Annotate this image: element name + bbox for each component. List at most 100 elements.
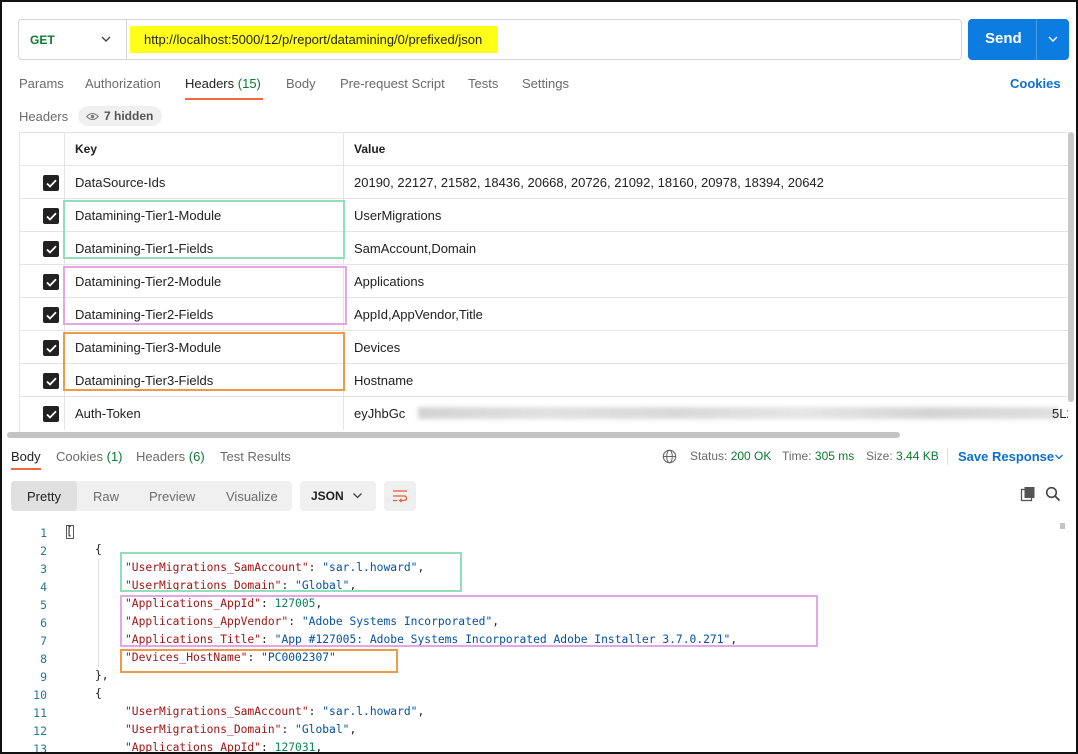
code-line: { — [95, 543, 102, 556]
row-checkbox[interactable] — [43, 208, 59, 224]
tab-label: Cookies — [56, 449, 103, 464]
row-checkbox[interactable] — [43, 340, 59, 356]
hidden-headers-toggle[interactable]: 7 hidden — [78, 106, 163, 126]
size-indicator[interactable]: Size: 3.44 KB — [866, 449, 939, 463]
header-key[interactable]: Auth-Token — [75, 406, 141, 421]
header-value[interactable]: 20190, 22127, 21582, 18436, 20668, 20726… — [354, 175, 824, 190]
view-visualize[interactable]: Visualize — [226, 481, 278, 511]
tab-headers[interactable]: Headers (15) — [185, 76, 261, 91]
tab-label: Test Results — [220, 449, 291, 464]
globe-icon[interactable] — [662, 449, 677, 464]
line-number: 4 — [40, 580, 47, 594]
check-icon — [45, 377, 57, 386]
check-icon — [45, 212, 57, 221]
header-key[interactable]: Datamining-Tier2-Module — [75, 274, 221, 289]
header-key[interactable]: Datamining-Tier3-Module — [75, 340, 221, 355]
row-checkbox[interactable] — [43, 307, 59, 323]
code-line: "UserMigrations_SamAccount": "sar.l.howa… — [125, 705, 424, 718]
wrap-lines-icon — [393, 490, 408, 503]
header-value[interactable]: Hostname — [354, 373, 413, 388]
headers-vertical-scrollbar[interactable] — [1068, 132, 1074, 402]
json-key: "UserMigrations_Domain" — [125, 723, 282, 736]
response-tab-test-results[interactable]: Test Results — [220, 449, 291, 464]
response-tab-headers[interactable]: Headers (6) — [136, 449, 205, 464]
active-tab-underline — [185, 98, 263, 100]
tab-settings[interactable]: Settings — [522, 76, 569, 91]
headers-table: Key Value DataSource-Ids 20190, 22127, 2… — [19, 132, 1068, 432]
header-value[interactable]: SamAccount,Domain — [354, 241, 476, 256]
line-number: 11 — [33, 706, 47, 720]
line-number: 9 — [40, 670, 47, 684]
send-options-chevron-icon[interactable] — [1047, 33, 1059, 45]
tab-tests[interactable]: Tests — [468, 76, 498, 91]
response-tab-cookies[interactable]: Cookies (1) — [56, 449, 122, 464]
json-key: "Applications_AppVendor" — [125, 615, 289, 628]
time-value: 305 ms — [814, 449, 855, 463]
wrap-lines-button[interactable] — [384, 481, 416, 511]
header-key[interactable]: Datamining-Tier2-Fields — [75, 307, 213, 322]
row-checkbox[interactable] — [43, 274, 59, 290]
headers-horizontal-scrollbar[interactable] — [7, 432, 900, 438]
search-icon[interactable] — [1045, 486, 1061, 502]
json-punct: : — [261, 633, 275, 646]
header-value[interactable]: UserMigrations — [354, 208, 441, 223]
row-checkbox[interactable] — [43, 175, 59, 191]
tab-body[interactable]: Body — [286, 76, 316, 91]
eye-icon — [86, 112, 99, 120]
view-mode-switch: Pretty Raw Preview Visualize — [11, 481, 292, 511]
json-punct: , — [730, 633, 738, 646]
cookies-link[interactable]: Cookies — [1010, 76, 1061, 91]
save-response-button[interactable]: Save Response — [958, 449, 1063, 464]
response-tab-body[interactable]: Body — [11, 449, 41, 464]
status-divider — [947, 448, 948, 465]
json-punct: : — [261, 741, 275, 754]
json-key: "UserMigrations_SamAccount" — [125, 561, 309, 574]
json-punct: : — [261, 597, 275, 610]
headers-section-label: Headers — [19, 109, 69, 124]
header-value[interactable]: AppId,AppVendor,Title — [354, 307, 483, 322]
tab-authorization[interactable]: Authorization — [85, 76, 161, 91]
tab-label: Headers — [185, 76, 235, 91]
tab-params[interactable]: Params — [19, 76, 64, 91]
json-key: "Applications_Title" — [125, 633, 262, 646]
response-body-editor[interactable]: 1[2{3 "UserMigrations_SamAccount": "sar.l… — [2, 523, 1062, 754]
view-preview[interactable]: Preview — [149, 481, 195, 511]
line-number: 8 — [40, 652, 47, 666]
size-value: 3.44 KB — [896, 449, 939, 463]
status-label: Status: — [690, 449, 728, 463]
header-key[interactable]: Datamining-Tier1-Fields — [75, 241, 213, 256]
header-value[interactable]: eyJhbGc — [354, 406, 405, 421]
header-key[interactable]: Datamining-Tier3-Fields — [75, 373, 213, 388]
header-value[interactable]: Applications — [354, 274, 424, 289]
json-string: "sar.l.howard" — [322, 561, 418, 574]
code-line: { — [95, 687, 102, 700]
editor-scrollbar[interactable] — [1060, 523, 1065, 529]
header-value[interactable]: Devices — [354, 340, 400, 355]
send-label: Send — [985, 30, 1022, 47]
time-indicator[interactable]: Time: 305 ms — [782, 449, 854, 463]
row-checkbox[interactable] — [43, 406, 59, 422]
table-row: Datamining-Tier3-Fields Hostname — [20, 363, 1068, 397]
url-input[interactable]: http://localhost:5000/12/p/report/datami… — [126, 19, 962, 60]
method-select[interactable]: GET — [18, 19, 126, 60]
check-icon — [45, 344, 57, 353]
tab-label: Pre-request Script — [340, 76, 445, 91]
send-button[interactable]: Send — [968, 19, 1069, 60]
json-punct: : — [308, 561, 323, 574]
row-checkbox[interactable] — [43, 373, 59, 389]
header-key[interactable]: DataSource-Ids — [75, 175, 165, 190]
code-line: "Applications_Title": "App #127005: Adob… — [125, 633, 737, 646]
view-pretty[interactable]: Pretty — [11, 481, 77, 511]
json-string: "PC0002307" — [261, 651, 336, 664]
row-checkbox[interactable] — [43, 241, 59, 257]
view-raw[interactable]: Raw — [93, 481, 119, 511]
check-icon — [45, 311, 57, 320]
header-key[interactable]: Datamining-Tier1-Module — [75, 208, 221, 223]
copy-icon[interactable] — [1020, 486, 1036, 502]
tab-pre-request-script[interactable]: Pre-request Script — [340, 76, 445, 91]
format-select[interactable]: JSON — [300, 481, 376, 511]
redacted-token-blur — [418, 407, 1058, 419]
size-label: Size: — [866, 449, 893, 463]
status-indicator[interactable]: Status: 200 OK — [690, 449, 771, 463]
json-punct: , — [417, 561, 425, 574]
